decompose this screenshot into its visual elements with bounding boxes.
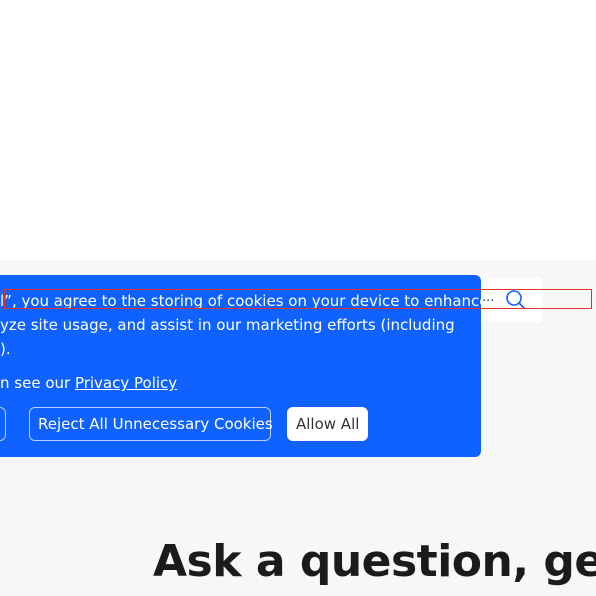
cookie-message-line: l”, you agree to the storing of cookies … [0,292,489,310]
reject-cookies-button[interactable]: Reject All Unnecessary Cookies [29,407,273,441]
privacy-policy-link[interactable]: Privacy Policy [75,374,177,392]
page: ... l”, you agree to the storing of cook… [0,0,596,596]
cookie-message: l”, you agree to the storing of cookies … [0,289,490,361]
cookie-message-line: ). [0,340,11,358]
cookie-banner: l”, you agree to the storing of cookies … [0,275,489,457]
cookie-message-line: yze site usage, and assist in our market… [0,316,455,334]
cookie-settings-button[interactable]: s [0,407,6,441]
top-blank-area [0,0,596,260]
privacy-prefix: n see our [0,374,75,392]
page-title: Ask a question, get a [153,536,596,587]
search-icon[interactable] [505,289,527,311]
allow-all-button[interactable]: Allow All [287,407,368,441]
privacy-line: n see our Privacy Policy [0,371,177,395]
